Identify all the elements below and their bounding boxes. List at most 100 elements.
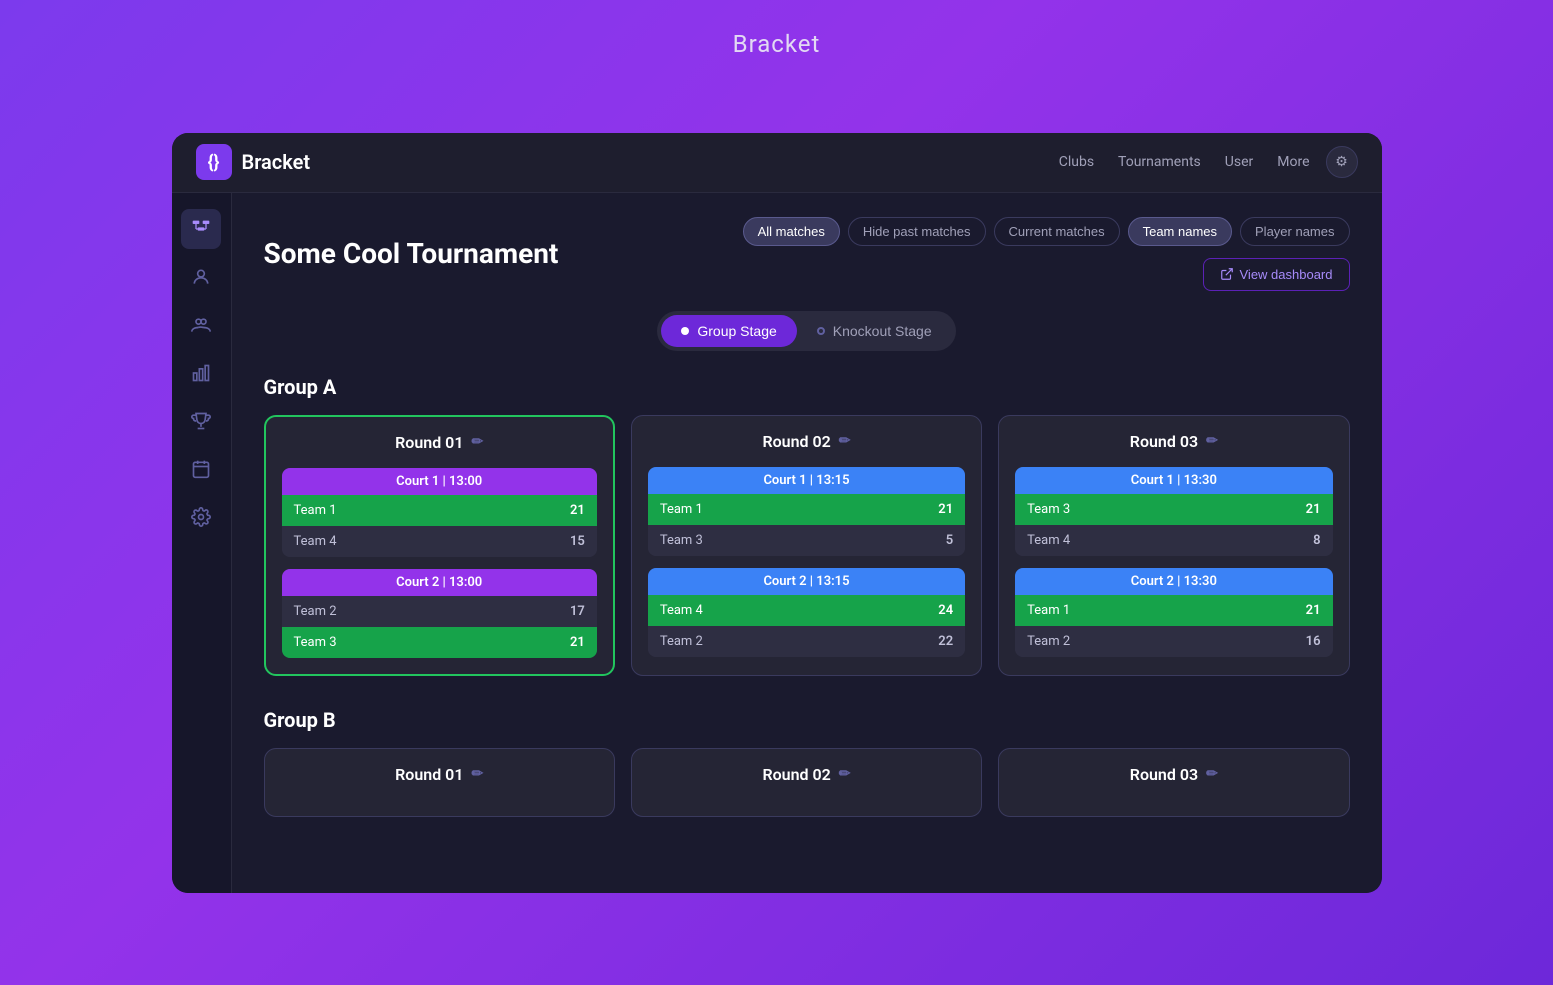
court-header: Court 1 | 13:30 bbox=[1015, 467, 1332, 494]
nav-clubs[interactable]: Clubs bbox=[1059, 154, 1094, 170]
group-title: Group B bbox=[264, 708, 1350, 732]
round-label: Round 03 bbox=[1130, 432, 1198, 451]
sidebar-item-user[interactable] bbox=[181, 257, 221, 297]
settings-button[interactable]: ⚙ bbox=[1326, 146, 1358, 178]
team-name: Team 2 bbox=[294, 604, 337, 619]
edit-round-icon[interactable]: ✏ bbox=[471, 434, 483, 450]
knockout-stage-label: Knockout Stage bbox=[833, 323, 932, 339]
match-block-2: Court 2 | 13:30Team 121Team 216 bbox=[1015, 568, 1332, 657]
team-name: Team 2 bbox=[660, 634, 703, 649]
content-header: Some Cool Tournament All matches Hide pa… bbox=[264, 217, 1350, 291]
group-group-a: Group ARound 01✏Court 1 | 13:00Team 121T… bbox=[264, 375, 1350, 676]
match-block-2: Court 2 | 13:00Team 217 Team 3 21 bbox=[282, 569, 597, 658]
filter-all-matches[interactable]: All matches bbox=[743, 217, 840, 246]
round-header: Round 01 ✏ bbox=[281, 765, 598, 784]
team-name: Team 3 bbox=[660, 533, 703, 548]
tournament-title: Some Cool Tournament bbox=[264, 237, 559, 270]
edit-round-icon[interactable]: ✏ bbox=[1206, 766, 1218, 782]
tab-group-stage[interactable]: Group Stage bbox=[661, 315, 796, 347]
team-score: 21 bbox=[938, 502, 953, 517]
match-block-1: Court 1 | 13:30Team 321 Team 4 8 bbox=[1015, 467, 1332, 556]
round-header: Round 02 ✏ bbox=[648, 765, 965, 784]
team-score: 16 bbox=[1306, 634, 1321, 649]
sidebar-item-calendar[interactable] bbox=[181, 449, 221, 489]
court-header: Court 2 | 13:00 bbox=[282, 569, 597, 596]
team-score: 21 bbox=[570, 503, 585, 518]
team-score: 8 bbox=[1313, 533, 1320, 548]
team-name: Team 3 bbox=[294, 635, 337, 650]
edit-round-icon[interactable]: ✏ bbox=[471, 766, 483, 782]
team-row[interactable]: Team 222 bbox=[648, 626, 965, 657]
edit-round-icon[interactable]: ✏ bbox=[1206, 433, 1218, 449]
view-dashboard-label: View dashboard bbox=[1240, 267, 1333, 282]
round-label: Round 01 bbox=[395, 765, 463, 784]
team-row[interactable]: Team 1 21 bbox=[282, 495, 597, 526]
round-label: Round 03 bbox=[1130, 765, 1198, 784]
view-dashboard-button[interactable]: View dashboard bbox=[1203, 258, 1350, 291]
team-name: Team 1 bbox=[294, 503, 337, 518]
app-window: {} Bracket Clubs Tournaments User More ⚙ bbox=[172, 133, 1382, 893]
sidebar-item-trophy[interactable] bbox=[181, 401, 221, 441]
groups-container: Group ARound 01✏Court 1 | 13:00Team 121T… bbox=[264, 375, 1350, 817]
nav-tournaments[interactable]: Tournaments bbox=[1118, 154, 1201, 170]
team-score: 5 bbox=[946, 533, 953, 548]
sidebar-item-teams[interactable] bbox=[181, 305, 221, 345]
filter-current[interactable]: Current matches bbox=[994, 217, 1120, 246]
team-row[interactable]: Team 4 8 bbox=[1015, 525, 1332, 556]
stage-tabs: Group Stage Knockout Stage bbox=[657, 311, 955, 351]
match-block-1: Court 1 | 13:15 Team 1 21 Team 3 5 bbox=[648, 467, 965, 556]
court-header: Court 1 | 13:00 bbox=[282, 468, 597, 495]
team-name: Team 4 bbox=[1027, 533, 1070, 548]
active-dot bbox=[681, 327, 689, 335]
team-row[interactable]: Team 3 21 bbox=[282, 627, 597, 658]
edit-round-icon[interactable]: ✏ bbox=[839, 766, 851, 782]
team-name: Team 3 bbox=[1027, 502, 1070, 517]
team-row[interactable]: Team 321 bbox=[1015, 494, 1332, 525]
team-row[interactable]: Team 1 21 bbox=[648, 494, 965, 525]
round-card-1: Round 01 ✏ Court 1 | 13:00 Team 1 21 Team 415… bbox=[264, 415, 615, 676]
app-name: Bracket bbox=[242, 150, 311, 174]
team-score: 21 bbox=[1306, 603, 1321, 618]
brand-icon: {} bbox=[196, 144, 232, 180]
team-row[interactable]: Team 3 5 bbox=[648, 525, 965, 556]
filter-controls: All matches Hide past matches Current ma… bbox=[743, 217, 1350, 246]
sidebar-item-stats[interactable] bbox=[181, 353, 221, 393]
team-name: Team 1 bbox=[660, 502, 703, 517]
team-row[interactable]: Team 415 bbox=[282, 526, 597, 557]
round-label: Round 02 bbox=[762, 765, 830, 784]
team-row[interactable]: Team 217 bbox=[282, 596, 597, 627]
tab-knockout-stage[interactable]: Knockout Stage bbox=[797, 315, 952, 347]
team-row[interactable]: Team 1 21 bbox=[1015, 595, 1332, 626]
match-block-1: Court 1 | 13:00 Team 1 21 Team 415 bbox=[282, 468, 597, 557]
filter-team-names[interactable]: Team names bbox=[1128, 217, 1232, 246]
sidebar-item-bracket[interactable] bbox=[181, 209, 221, 249]
match-block-2: Court 2 | 13:15 Team 4 24 Team 222 bbox=[648, 568, 965, 657]
filter-player-names[interactable]: Player names bbox=[1240, 217, 1349, 246]
team-score: 24 bbox=[938, 603, 953, 618]
filter-hide-past[interactable]: Hide past matches bbox=[848, 217, 986, 246]
nav-user[interactable]: User bbox=[1225, 154, 1253, 170]
team-name: Team 1 bbox=[1027, 603, 1070, 618]
group-group-b: Group B Round 01 ✏ Round 02 ✏ Round 03 ✏ bbox=[264, 708, 1350, 817]
rounds-grid: Round 01✏Court 1 | 13:00Team 121Team 415… bbox=[264, 415, 1350, 676]
team-score: 15 bbox=[570, 534, 585, 549]
team-name: Team 4 bbox=[660, 603, 703, 618]
brand: {} Bracket bbox=[196, 144, 1059, 180]
round-label: Round 01 bbox=[395, 433, 463, 452]
navbar: {} Bracket Clubs Tournaments User More ⚙ bbox=[172, 133, 1382, 193]
edit-round-icon[interactable]: ✏ bbox=[839, 433, 851, 449]
round-card-2: Round 02 ✏ bbox=[631, 748, 982, 817]
round-label: Round 02 bbox=[762, 432, 830, 451]
court-header: Court 2 | 13:15 bbox=[648, 568, 965, 595]
team-row[interactable]: Team 4 24 bbox=[648, 595, 965, 626]
team-row[interactable]: Team 216 bbox=[1015, 626, 1332, 657]
sidebar-item-settings[interactable] bbox=[181, 497, 221, 537]
content-area: Some Cool Tournament All matches Hide pa… bbox=[232, 193, 1382, 893]
team-score: 21 bbox=[570, 635, 585, 650]
round-card-3: Round 03 ✏ bbox=[998, 748, 1349, 817]
round-card-3: Round 03✏Court 1 | 13:30Team 321Team 48C… bbox=[998, 415, 1349, 676]
court-header: Court 1 | 13:15 bbox=[648, 467, 965, 494]
group-stage-label: Group Stage bbox=[697, 323, 776, 339]
nav-more[interactable]: More bbox=[1277, 154, 1309, 170]
main-layout: Some Cool Tournament All matches Hide pa… bbox=[172, 193, 1382, 893]
